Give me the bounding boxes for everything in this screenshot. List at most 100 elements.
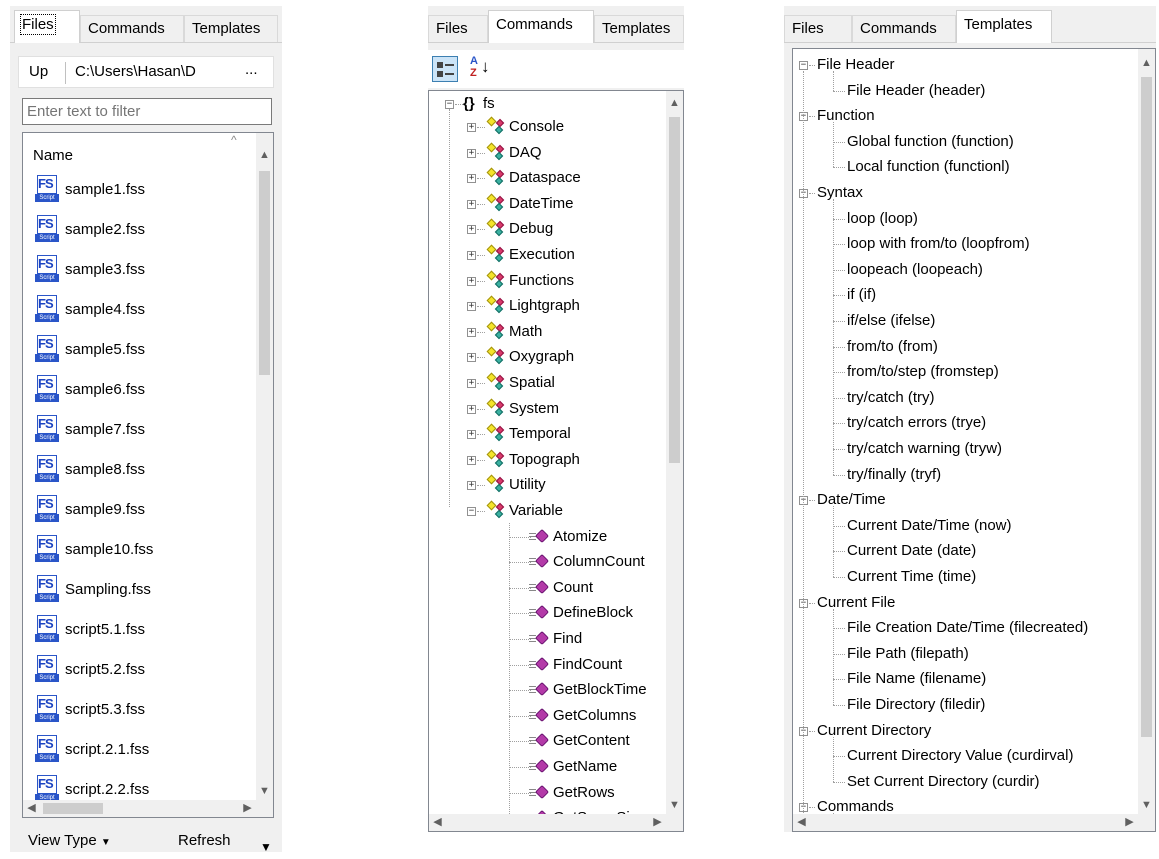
hscroll-thumb[interactable] [43,803,103,814]
collapse-icon[interactable]: − [445,100,454,109]
file-item[interactable]: FS Script Sampling.fss [35,575,151,602]
template-group[interactable]: Function [817,107,875,125]
scroll-up-icon[interactable]: ▲ [256,147,273,164]
template-item[interactable]: from/to/step (fromstep) [847,363,999,381]
vscroll-thumb[interactable] [259,171,270,375]
file-item[interactable]: FS Script sample7.fss [35,415,145,442]
tree-member[interactable]: GetContent [553,732,630,750]
column-header-name[interactable]: Name [33,147,73,164]
scroll-down-icon[interactable]: ▼ [256,783,273,800]
scroll-left-icon[interactable]: ◀ [23,800,40,817]
scroll-right-icon[interactable]: ▶ [239,800,256,817]
commands-hscroll[interactable]: ◀ ▶ [429,814,666,831]
file-item[interactable]: FS Script script5.2.fss [35,655,145,682]
tab-commands[interactable]: Commands [80,15,184,42]
template-item[interactable]: from/to (from) [847,338,938,356]
template-item[interactable]: File Name (filename) [847,670,986,688]
file-item[interactable]: FS Script script.2.1.fss [35,735,149,762]
template-item[interactable]: if/else (ifelse) [847,312,935,330]
tree-category[interactable]: Math [509,323,542,341]
expand-icon[interactable]: + [467,174,476,184]
tree-root-fs[interactable]: fs [483,95,495,113]
template-item[interactable]: File Header (header) [847,82,985,100]
templates-vscroll[interactable]: ▲ ▼ [1138,49,1155,814]
template-item[interactable]: File Creation Date/Time (filecreated) [847,619,1088,637]
path-field[interactable]: C:\Users\Hasan\D [75,63,239,80]
template-item[interactable]: Set Current Directory (curdir) [847,773,1040,791]
tree-category[interactable]: System [509,400,559,418]
tab-files[interactable]: Files [784,15,852,42]
tree-category[interactable]: DAQ [509,144,542,162]
tree-member[interactable]: FindCount [553,656,622,674]
tree-category[interactable]: Variable [509,502,563,520]
template-item[interactable]: Global function (function) [847,133,1014,151]
template-group[interactable]: File Header [817,56,895,74]
expand-icon[interactable]: + [467,225,476,235]
tab-commands[interactable]: Commands [852,15,956,42]
tab-files[interactable]: Files [14,10,80,43]
browse-button[interactable]: ... [245,61,258,78]
filter-input[interactable] [22,98,272,125]
template-item[interactable]: if (if) [847,286,876,304]
expand-icon[interactable]: + [467,276,476,286]
expand-icon[interactable]: + [467,123,476,132]
file-item[interactable]: FS Script sample1.fss [35,175,145,202]
scroll-up-icon[interactable]: ▲ [1138,55,1155,72]
scroll-right-icon[interactable]: ▶ [1121,814,1138,831]
expand-icon[interactable]: + [467,455,476,465]
tab-templates[interactable]: Templates [594,15,684,42]
template-group[interactable]: Current Directory [817,722,931,740]
template-item[interactable]: try/catch warning (tryw) [847,440,1002,458]
tree-member[interactable]: Count [553,579,593,597]
tab-templates[interactable]: Templates [956,10,1052,43]
tree-member[interactable]: GetColumns [553,707,636,725]
expand-icon[interactable]: + [467,430,476,440]
file-list-hscroll[interactable]: ◀ ▶ [23,800,256,817]
file-item[interactable]: FS Script sample8.fss [35,455,145,482]
tree-category[interactable]: Oxygraph [509,348,574,366]
template-item[interactable]: loop with from/to (loopfrom) [847,235,1030,253]
template-group[interactable]: Date/Time [817,491,886,509]
templates-tree[interactable]: − File Header File Header (header) − Functio… [792,48,1156,832]
scroll-down-icon[interactable]: ▼ [666,797,683,814]
commands-vscroll[interactable]: ▲ ▼ [666,91,683,814]
tree-member[interactable]: GetRows [553,784,615,802]
tree-category[interactable]: Dataspace [509,169,581,187]
tree-category[interactable]: Spatial [509,374,555,392]
template-item[interactable]: File Path (filepath) [847,645,969,663]
file-item[interactable]: FS Script sample3.fss [35,255,145,282]
collapse-icon[interactable]: − [799,61,808,70]
vscroll-thumb[interactable] [1141,77,1152,737]
file-item[interactable]: FS Script sample9.fss [35,495,145,522]
file-item[interactable]: FS Script sample2.fss [35,215,145,242]
categorized-view-icon[interactable] [432,56,458,82]
scroll-right-icon[interactable]: ▶ [649,814,666,831]
template-item[interactable]: try/finally (tryf) [847,466,941,484]
tree-category[interactable]: Topograph [509,451,580,469]
file-list[interactable]: Name ^ FS Script sample1.fss FS Script sample… [22,132,274,818]
tab-files[interactable]: Files [428,15,488,42]
template-item[interactable]: Current Date/Time (now) [847,517,1012,535]
sort-alphabetical-icon[interactable]: A Z ↓ [468,55,494,82]
expand-icon[interactable]: + [467,327,476,337]
expand-icon[interactable]: + [467,353,476,363]
expand-icon[interactable]: + [467,251,476,260]
file-item[interactable]: FS Script script5.1.fss [35,615,145,642]
template-item[interactable]: Local function (functionl) [847,158,1010,176]
template-item[interactable]: try/catch (try) [847,389,935,407]
expand-icon[interactable]: + [467,404,476,414]
tree-member[interactable]: Atomize [553,528,607,546]
tree-member[interactable]: Find [553,630,582,648]
tree-category[interactable]: Debug [509,220,553,238]
expand-icon[interactable]: + [467,199,476,209]
collapse-icon[interactable]: − [467,507,476,516]
templates-hscroll[interactable]: ◀ ▶ [793,814,1138,831]
refresh-button[interactable]: Refresh [178,832,231,849]
expand-icon[interactable]: + [467,481,476,491]
tree-member[interactable]: DefineBlock [553,604,633,622]
commands-tree[interactable]: −{} fs + Console + DAQ + Dataspace + DateTime + Deb… [428,90,684,832]
file-item[interactable]: FS Script sample6.fss [35,375,145,402]
scroll-left-icon[interactable]: ◀ [429,814,446,831]
template-item[interactable]: Current Date (date) [847,542,976,560]
template-item[interactable]: try/catch errors (trye) [847,414,986,432]
